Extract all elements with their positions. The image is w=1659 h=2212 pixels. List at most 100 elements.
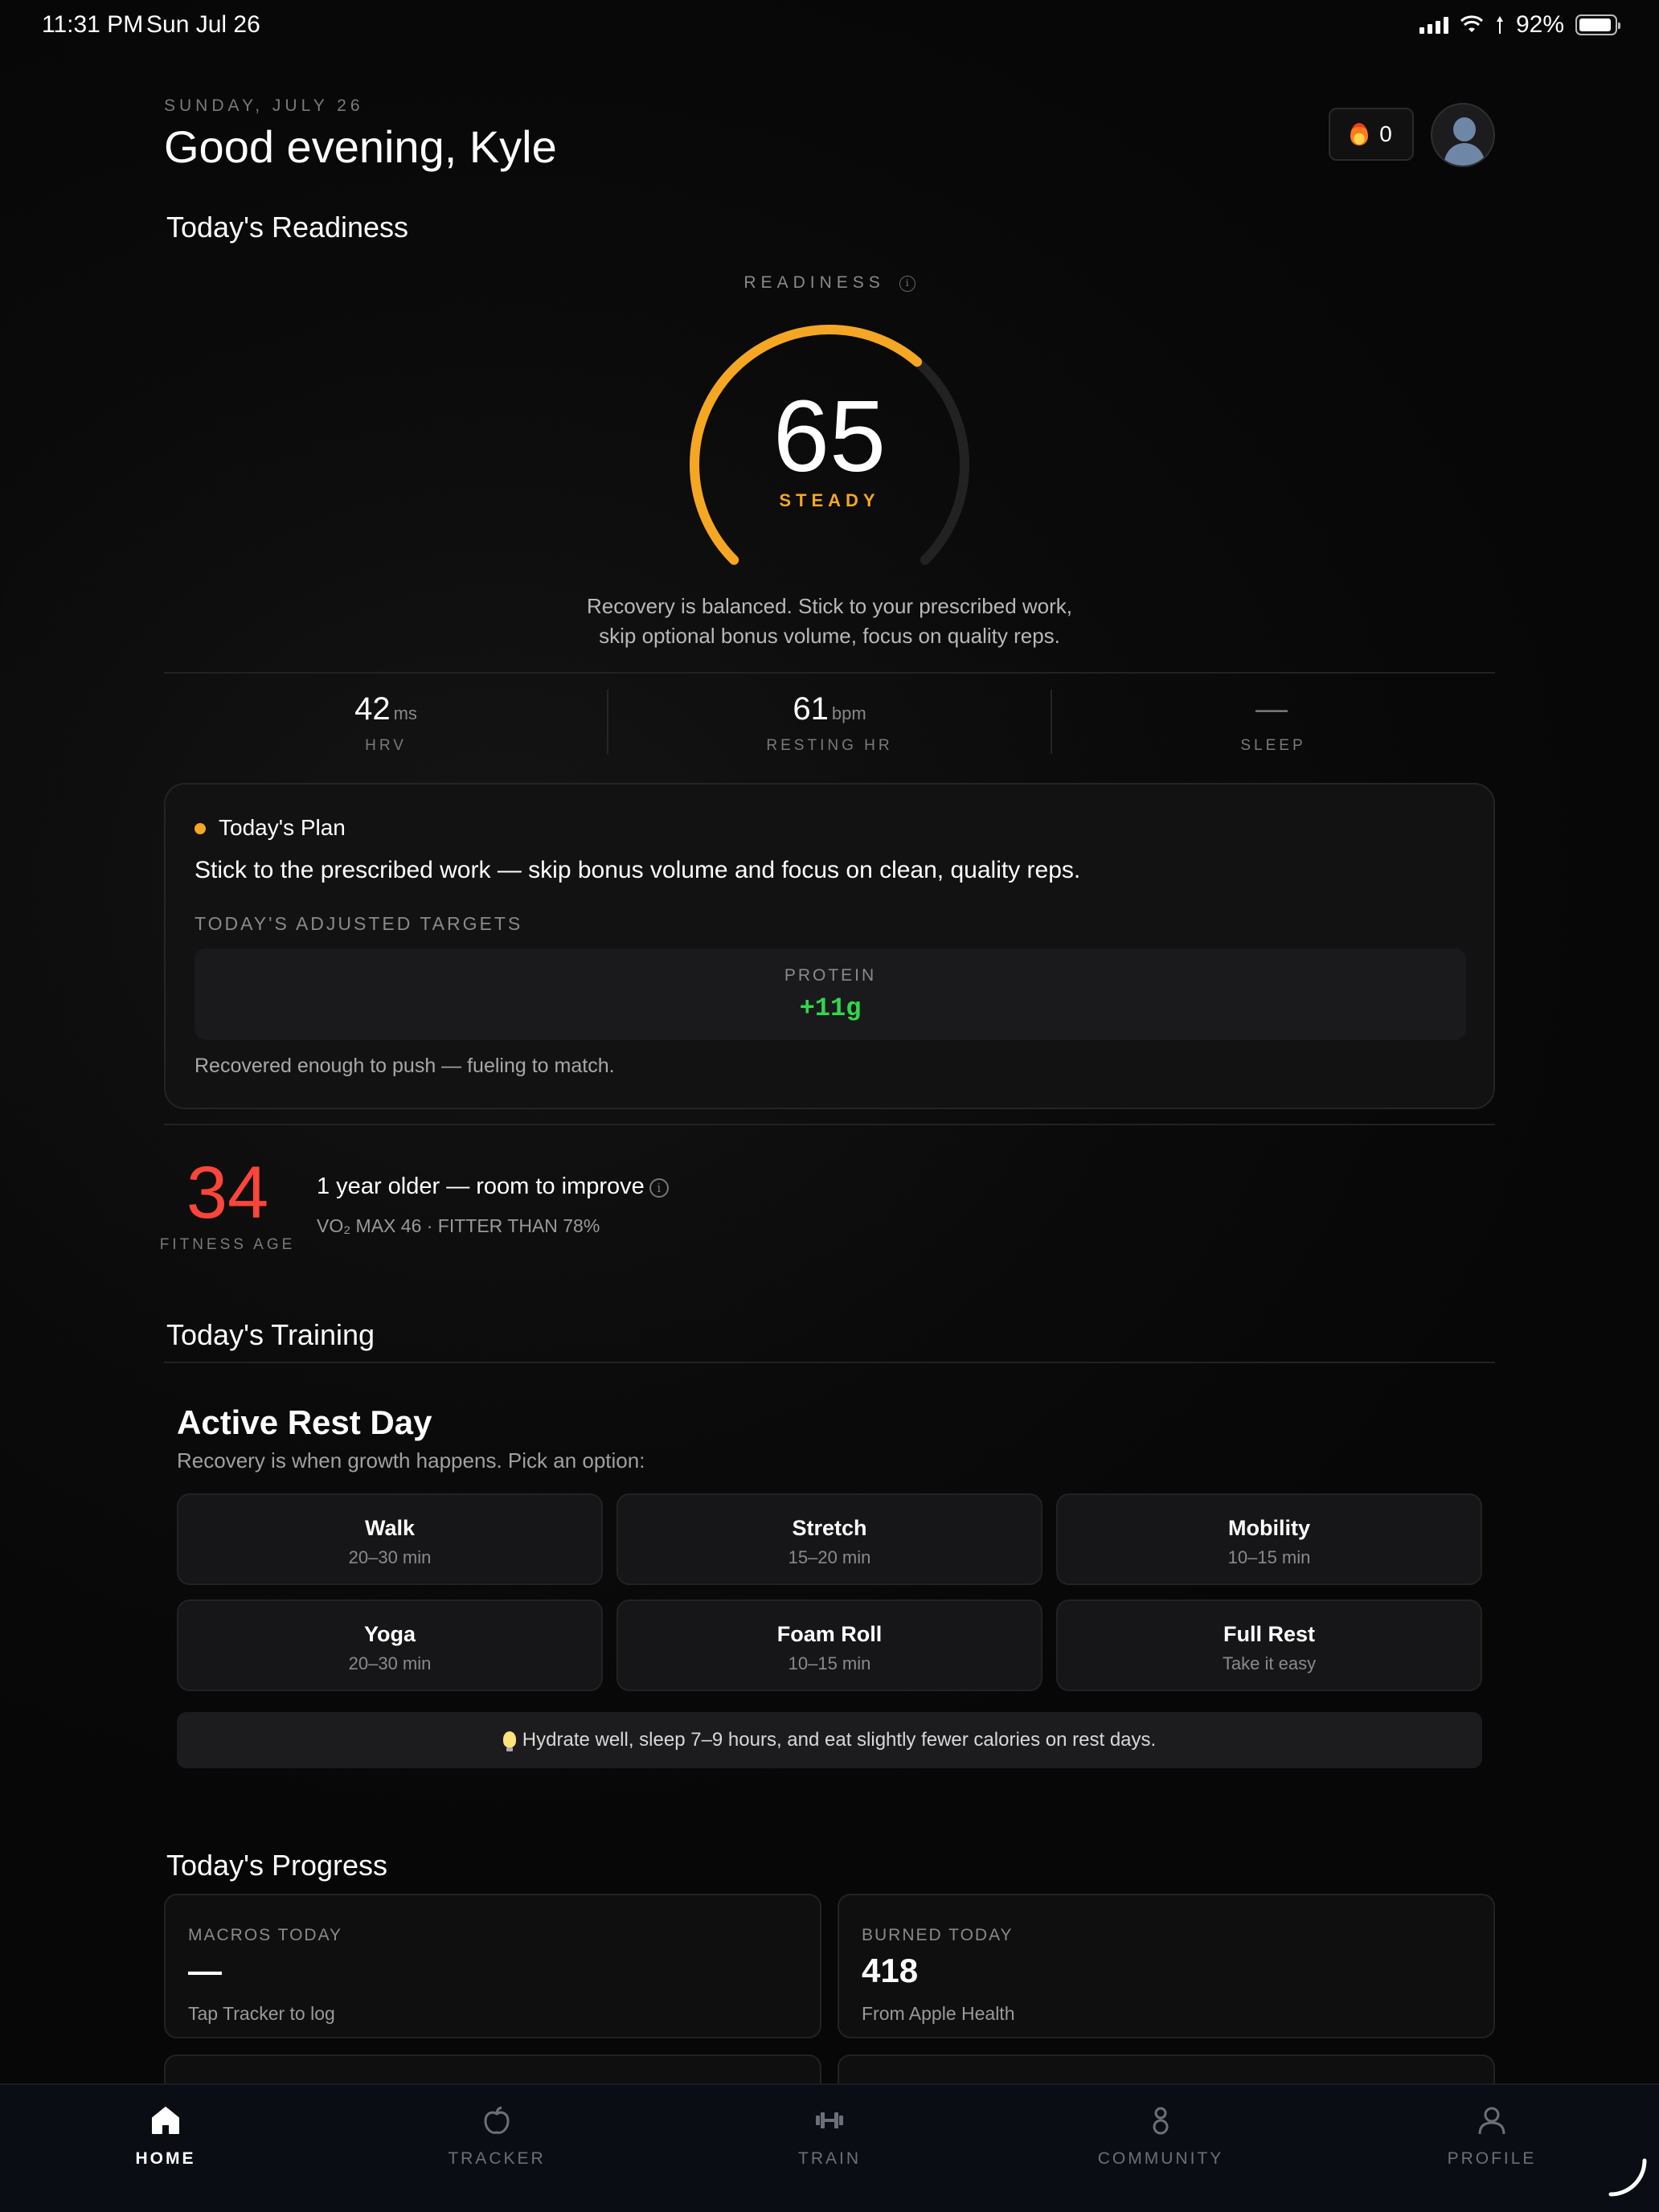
metric-unit: bpm <box>831 703 866 723</box>
fitness-age-title: 1 year older — room to improve i <box>317 1174 669 1200</box>
macros-card[interactable]: MACROS TODAY — Tap Tracker to log <box>164 1894 821 2038</box>
flame-icon <box>1350 123 1369 145</box>
metric-value: — <box>1256 691 1288 727</box>
header-date: SUNDAY, JULY 26 <box>164 96 364 115</box>
dumbbell-icon <box>816 2112 843 2128</box>
profile-icon <box>1478 2107 1505 2135</box>
option-name: Foam Roll <box>776 1622 883 1646</box>
community-icon <box>1153 2107 1169 2135</box>
status-bar: 11:31 PM Sun Jul 26 92% <box>0 0 1659 51</box>
apple-icon <box>484 2106 510 2134</box>
option-name: Full Rest <box>1223 1622 1315 1646</box>
plan-title: Today's Plan <box>219 815 346 840</box>
option-walk[interactable]: Walk 20–30 min <box>177 1493 603 1585</box>
readiness-score: 65 <box>772 379 887 493</box>
card-value: 418 <box>862 1952 919 1989</box>
tab-label: TRACKER <box>448 2149 546 2168</box>
tab-tracker[interactable]: TRACKER <box>376 2085 617 2212</box>
option-name: Mobility <box>1228 1516 1310 1540</box>
fitness-age-subtitle: VO₂ MAX 46 · FITTER THAN 78% <box>317 1215 600 1236</box>
fitness-age-label: FITNESS AGE <box>159 1236 296 1253</box>
divider <box>164 672 1495 674</box>
option-name: Stretch <box>792 1516 867 1540</box>
card-label: MACROS TODAY <box>188 1926 343 1944</box>
tab-train[interactable]: TRAIN <box>709 2085 950 2212</box>
option-duration: Take it easy <box>1222 1653 1317 1673</box>
lightbulb-icon <box>502 1731 516 1751</box>
tab-label: TRAIN <box>798 2149 861 2168</box>
option-foam-roll[interactable]: Foam Roll 10–15 min <box>616 1600 1043 1691</box>
training-section-title: Today's Training <box>166 1318 375 1351</box>
readiness-message-line2: skip optional bonus volume, focus on qua… <box>599 624 1060 648</box>
option-duration: 10–15 min <box>788 1653 871 1673</box>
option-mobility[interactable]: Mobility 10–15 min <box>1056 1493 1482 1585</box>
corner-resize-handle <box>1608 2158 1647 2197</box>
readiness-label-text: READINESS <box>743 273 885 292</box>
location-icon <box>1496 16 1503 34</box>
avatar-button[interactable] <box>1431 103 1495 167</box>
tab-label: HOME <box>135 2149 196 2168</box>
progress-section-title: Today's Progress <box>166 1849 387 1882</box>
greeting: Good evening, Kyle <box>164 121 557 172</box>
tip-text: Hydrate well, sleep 7–9 hours, and eat s… <box>522 1729 1157 1751</box>
readiness-message-line1: Recovery is balanced. Stick to your pres… <box>586 594 1073 618</box>
wifi-icon <box>1460 15 1483 32</box>
battery-icon <box>1575 14 1620 35</box>
status-date: Sun Jul 26 <box>146 11 260 38</box>
adjusted-targets-label: TODAY'S ADJUSTED TARGETS <box>195 913 523 934</box>
rest-day-title: Active Rest Day <box>177 1403 432 1441</box>
metric-label: SLEEP <box>1240 737 1306 754</box>
metric-unit: ms <box>393 703 417 723</box>
plan-status-dot <box>195 823 206 834</box>
option-duration: 15–20 min <box>788 1547 871 1567</box>
battery-percent: 92% <box>1515 11 1564 38</box>
tab-community[interactable]: COMMUNITY <box>1040 2085 1281 2212</box>
info-icon[interactable]: i <box>899 276 916 292</box>
plan-footer: Recovered enough to push — fueling to ma… <box>195 1055 615 1077</box>
tab-label: COMMUNITY <box>1097 2149 1224 2168</box>
readiness-label: READINESS i <box>0 273 1659 293</box>
readiness-message: Recovery is balanced. Stick to your pres… <box>0 592 1659 651</box>
streak-button[interactable]: 0 <box>1329 108 1414 161</box>
metric-value: 42 <box>354 691 391 727</box>
tab-label: PROFILE <box>1447 2149 1537 2168</box>
readiness-status: STEADY <box>779 490 880 510</box>
card-value: — <box>188 1952 222 1989</box>
option-yoga[interactable]: Yoga 20–30 min <box>177 1600 603 1691</box>
avatar-head <box>1453 117 1476 141</box>
battery-level <box>1579 18 1611 31</box>
option-duration: 10–15 min <box>1227 1547 1311 1567</box>
metric-sleep: — SLEEP <box>1051 691 1495 755</box>
status-time: 11:31 PM <box>42 11 144 38</box>
fitness-age-value: 34 <box>186 1152 269 1234</box>
tab-home[interactable]: HOME <box>45 2085 286 2212</box>
option-duration: 20–30 min <box>348 1653 432 1673</box>
option-name: Yoga <box>363 1622 416 1646</box>
status-indicators: 92% <box>1419 11 1620 39</box>
divider <box>164 1362 1495 1363</box>
rest-day-subtitle: Recovery is when growth happens. Pick an… <box>177 1448 645 1473</box>
rest-day-tip: Hydrate well, sleep 7–9 hours, and eat s… <box>177 1712 1482 1768</box>
tab-profile[interactable]: PROFILE <box>1371 2085 1612 2212</box>
target-protein: PROTEIN +11g <box>195 948 1466 1040</box>
fitness-age-title-text: 1 year older — room to improve <box>317 1174 645 1199</box>
option-stretch[interactable]: Stretch 15–20 min <box>616 1493 1043 1585</box>
metric-label: HRV <box>365 737 407 754</box>
option-full-rest[interactable]: Full Rest Take it easy <box>1056 1600 1482 1691</box>
metric-hrv: 42 ms HRV <box>164 691 608 755</box>
tab-bar: HOME TRACKER TRAIN COMMUNITY PROFILE <box>0 2083 1659 2212</box>
avatar-body <box>1444 143 1485 166</box>
burned-card[interactable]: BURNED TODAY 418 From Apple Health <box>838 1894 1495 2038</box>
option-duration: 20–30 min <box>348 1547 432 1567</box>
target-label: PROTEIN <box>784 966 877 985</box>
metric-label: RESTING HR <box>766 737 893 754</box>
plan-text: Stick to the prescribed work — skip bonu… <box>195 857 1081 883</box>
metric-resting-hr: 61 bpm RESTING HR <box>608 691 1051 755</box>
card-label: BURNED TODAY <box>862 1926 1014 1944</box>
plan-card: Today's Plan Stick to the prescribed wor… <box>164 783 1495 1109</box>
home-icon <box>152 2107 179 2134</box>
target-value: +11g <box>799 993 862 1023</box>
info-icon[interactable]: i <box>649 1178 669 1198</box>
streak-count: 0 <box>1379 121 1392 146</box>
cellular-signal-icon <box>1419 16 1448 34</box>
